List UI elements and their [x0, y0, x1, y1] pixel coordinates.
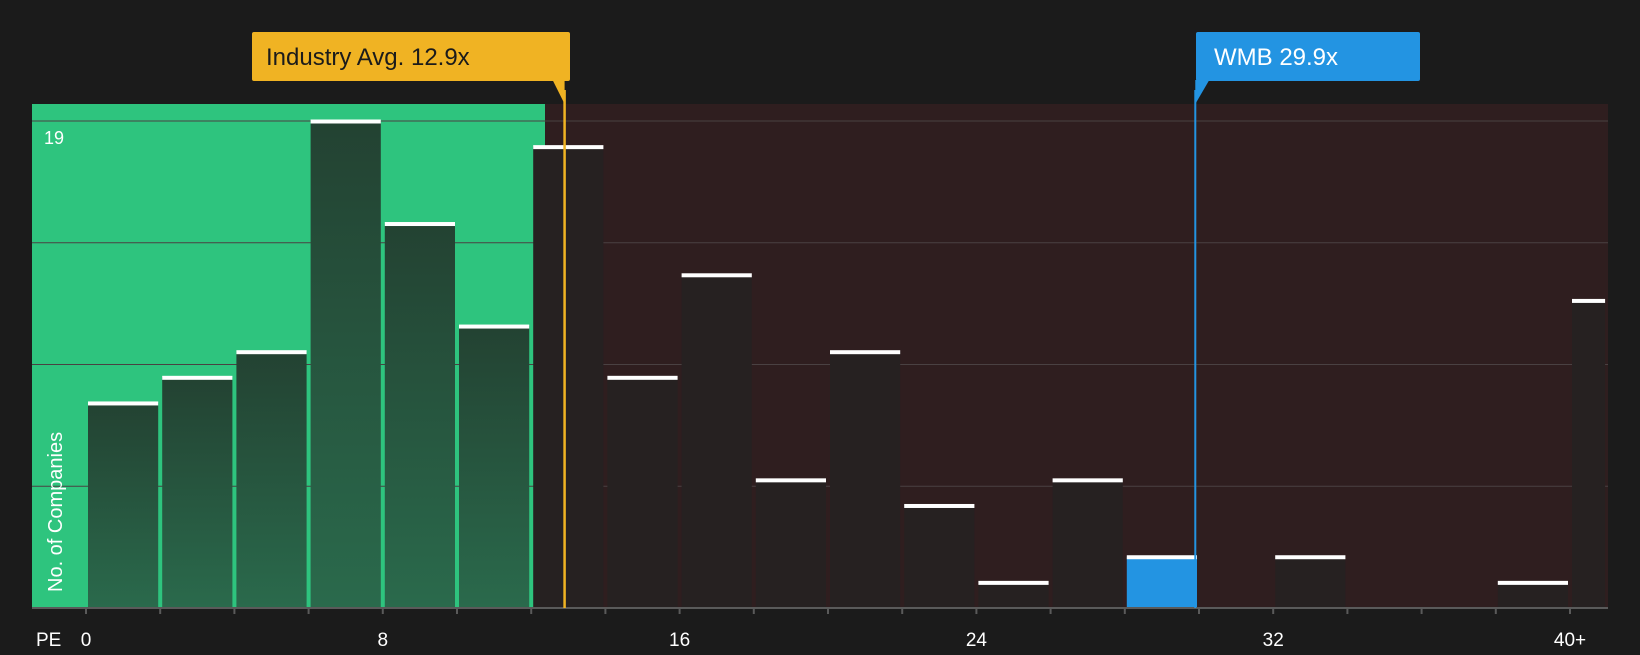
bar-top-cap — [1126, 555, 1197, 560]
y-max-label: 19 — [44, 128, 64, 148]
x-tick-label: 40+ — [1554, 630, 1586, 650]
histogram-bar — [310, 121, 381, 608]
x-tick-label: 24 — [966, 630, 988, 650]
histogram-bar — [1052, 479, 1123, 608]
x-tick-label: 16 — [669, 630, 690, 650]
bar-top-cap — [755, 478, 826, 483]
bar-top-cap — [236, 350, 307, 355]
x-tick-label: 0 — [81, 630, 92, 650]
company-pe-pointer — [1195, 80, 1210, 104]
pe-distribution-chart: PE 0 8 16 24 32 40+ 19 No. of Companies Industry … — [0, 0, 1640, 651]
bar-top-cap — [978, 580, 1049, 585]
histogram-bar — [1572, 300, 1606, 608]
bar-top-cap — [1572, 298, 1606, 303]
chart-svg: PE 0 8 16 24 32 40+ 19 No. of Companies Industry … — [32, 32, 1608, 651]
bar-top-cap — [830, 350, 901, 355]
bar-top-cap — [88, 401, 159, 406]
histogram-bar — [88, 402, 159, 608]
bar-top-cap — [904, 503, 975, 508]
histogram-bar — [830, 351, 901, 608]
histogram-bar — [459, 326, 530, 608]
industry-avg-pointer — [552, 80, 565, 104]
histogram-bar — [681, 274, 752, 608]
bar-top-cap — [1497, 580, 1568, 585]
histogram-bar — [978, 582, 1049, 608]
histogram-bar — [384, 223, 455, 609]
x-axis-label: PE — [36, 630, 61, 650]
bar-top-cap — [533, 145, 604, 150]
bar-top-cap — [681, 273, 752, 278]
x-tick-label: 32 — [1263, 630, 1284, 650]
histogram-bar — [162, 377, 233, 608]
bar-top-cap — [310, 119, 381, 124]
bar-top-cap — [162, 375, 233, 380]
bar-top-cap — [459, 324, 530, 329]
histogram-bar — [755, 479, 826, 608]
company-pe-label: WMB 29.9x — [1214, 44, 1338, 71]
histogram-bar — [1275, 556, 1346, 608]
y-axis-label: No. of Companies — [45, 432, 67, 592]
x-tick-label: 8 — [378, 630, 389, 650]
bar-top-cap — [1052, 478, 1123, 483]
bar-top-cap — [607, 375, 678, 380]
histogram-bar — [607, 377, 678, 608]
histogram-bar — [904, 505, 975, 608]
bar-top-cap — [384, 222, 455, 227]
histogram-bar — [236, 351, 307, 608]
histogram-bar — [533, 146, 604, 608]
histogram-bar — [1497, 582, 1568, 608]
histogram-bar — [1126, 556, 1197, 608]
industry-avg-label: Industry Avg. 12.9x — [266, 44, 470, 71]
bar-top-cap — [1275, 555, 1346, 560]
